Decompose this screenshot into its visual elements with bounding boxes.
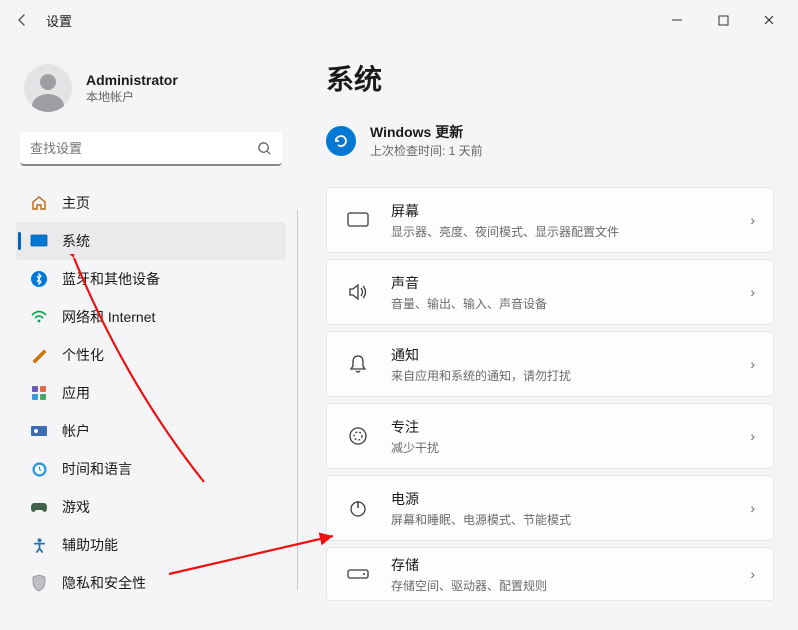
brush-icon: [30, 346, 48, 364]
sound-icon: [345, 283, 371, 301]
sidebar-item-gaming[interactable]: 游戏: [16, 488, 286, 526]
update-icon: [326, 126, 356, 156]
sidebar-item-personalize[interactable]: 个性化: [16, 336, 286, 374]
titlebar: 设置: [0, 0, 798, 40]
sidebar-scrollbar[interactable]: [297, 210, 298, 590]
sidebar-item-label: 隐私和安全性: [62, 573, 146, 593]
display-icon: [345, 212, 371, 228]
search-input[interactable]: [30, 141, 257, 156]
apps-icon: [30, 384, 48, 402]
avatar: [24, 64, 72, 112]
accessibility-icon: [30, 536, 48, 554]
shield-icon: [30, 574, 48, 592]
gaming-icon: [30, 498, 48, 516]
time-icon: [30, 460, 48, 478]
update-sub: 上次检查时间: 1 天前: [370, 142, 483, 159]
sidebar-item-label: 系统: [62, 231, 90, 251]
sidebar-item-system[interactable]: 系统: [16, 222, 286, 260]
window-controls: [654, 4, 792, 36]
card-title: 声音: [391, 273, 750, 293]
settings-card-power[interactable]: 电源 屏幕和睡眠、电源模式、节能模式 ›: [326, 475, 774, 541]
card-sub: 来自应用和系统的通知，请勿打扰: [391, 367, 750, 384]
user-name: Administrator: [86, 72, 178, 88]
chevron-right-icon: ›: [750, 428, 755, 444]
home-icon: [30, 194, 48, 212]
wifi-icon: [30, 308, 48, 326]
sidebar-item-accessibility[interactable]: 辅助功能: [16, 526, 286, 564]
card-title: 存储: [391, 555, 750, 575]
search-icon: [257, 141, 272, 156]
card-sub: 存储空间、驱动器、配置规则: [391, 577, 750, 594]
system-icon: [30, 232, 48, 250]
bell-icon: [345, 354, 371, 374]
sidebar-item-label: 游戏: [62, 497, 90, 517]
card-sub: 显示器、亮度、夜间模式、显示器配置文件: [391, 223, 750, 240]
chevron-right-icon: ›: [750, 356, 755, 372]
card-sub: 音量、输出、输入、声音设备: [391, 295, 750, 312]
user-card[interactable]: Administrator 本地帐户: [16, 56, 286, 126]
window-title: 设置: [46, 11, 72, 30]
page-title: 系统: [326, 58, 774, 98]
card-sub: 减少干扰: [391, 439, 750, 456]
sidebar-item-privacy[interactable]: 隐私和安全性: [16, 564, 286, 602]
settings-card-display[interactable]: 屏幕 显示器、亮度、夜间模式、显示器配置文件 ›: [326, 187, 774, 253]
sidebar-item-home[interactable]: 主页: [16, 184, 286, 222]
sidebar-item-apps[interactable]: 应用: [16, 374, 286, 412]
windows-update-row[interactable]: Windows 更新 上次检查时间: 1 天前: [326, 122, 774, 159]
maximize-button[interactable]: [700, 4, 746, 36]
sidebar-item-label: 网络和 Internet: [62, 307, 155, 327]
sidebar-item-time[interactable]: 时间和语言: [16, 450, 286, 488]
card-title: 屏幕: [391, 201, 750, 221]
chevron-right-icon: ›: [750, 212, 755, 228]
sidebar-item-bluetooth[interactable]: 蓝牙和其他设备: [16, 260, 286, 298]
sidebar: Administrator 本地帐户 主页 系统 蓝牙和其他设备 网络和 Int…: [0, 40, 298, 630]
chevron-right-icon: ›: [750, 284, 755, 300]
sidebar-item-label: 个性化: [62, 345, 104, 365]
search-box[interactable]: [20, 132, 282, 166]
accounts-icon: [30, 422, 48, 440]
main-content: 系统 Windows 更新 上次检查时间: 1 天前 屏幕 显示器、亮度、夜间模…: [298, 40, 798, 630]
sidebar-item-label: 时间和语言: [62, 459, 132, 479]
card-title: 专注: [391, 417, 750, 437]
focus-icon: [345, 426, 371, 446]
sidebar-item-label: 辅助功能: [62, 535, 118, 555]
card-sub: 屏幕和睡眠、电源模式、节能模式: [391, 511, 750, 528]
settings-card-focus[interactable]: 专注 减少干扰 ›: [326, 403, 774, 469]
sidebar-item-accounts[interactable]: 帐户: [16, 412, 286, 450]
settings-card-storage[interactable]: 存储 存储空间、驱动器、配置规则 ›: [326, 547, 774, 601]
update-title: Windows 更新: [370, 122, 483, 142]
minimize-button[interactable]: [654, 4, 700, 36]
card-title: 电源: [391, 489, 750, 509]
bluetooth-icon: [30, 270, 48, 288]
chevron-right-icon: ›: [750, 500, 755, 516]
back-button[interactable]: [6, 4, 38, 36]
sidebar-item-label: 蓝牙和其他设备: [62, 269, 160, 289]
user-sub: 本地帐户: [86, 88, 178, 105]
power-icon: [345, 498, 371, 518]
card-title: 通知: [391, 345, 750, 365]
settings-card-sound[interactable]: 声音 音量、输出、输入、声音设备 ›: [326, 259, 774, 325]
back-arrow-icon: [14, 12, 30, 28]
close-button[interactable]: [746, 4, 792, 36]
chevron-right-icon: ›: [750, 566, 755, 582]
sidebar-item-label: 主页: [62, 193, 90, 213]
settings-card-notifications[interactable]: 通知 来自应用和系统的通知，请勿打扰 ›: [326, 331, 774, 397]
sidebar-item-label: 应用: [62, 383, 90, 403]
sidebar-item-network[interactable]: 网络和 Internet: [16, 298, 286, 336]
storage-icon: [345, 567, 371, 581]
sidebar-item-label: 帐户: [62, 421, 90, 441]
